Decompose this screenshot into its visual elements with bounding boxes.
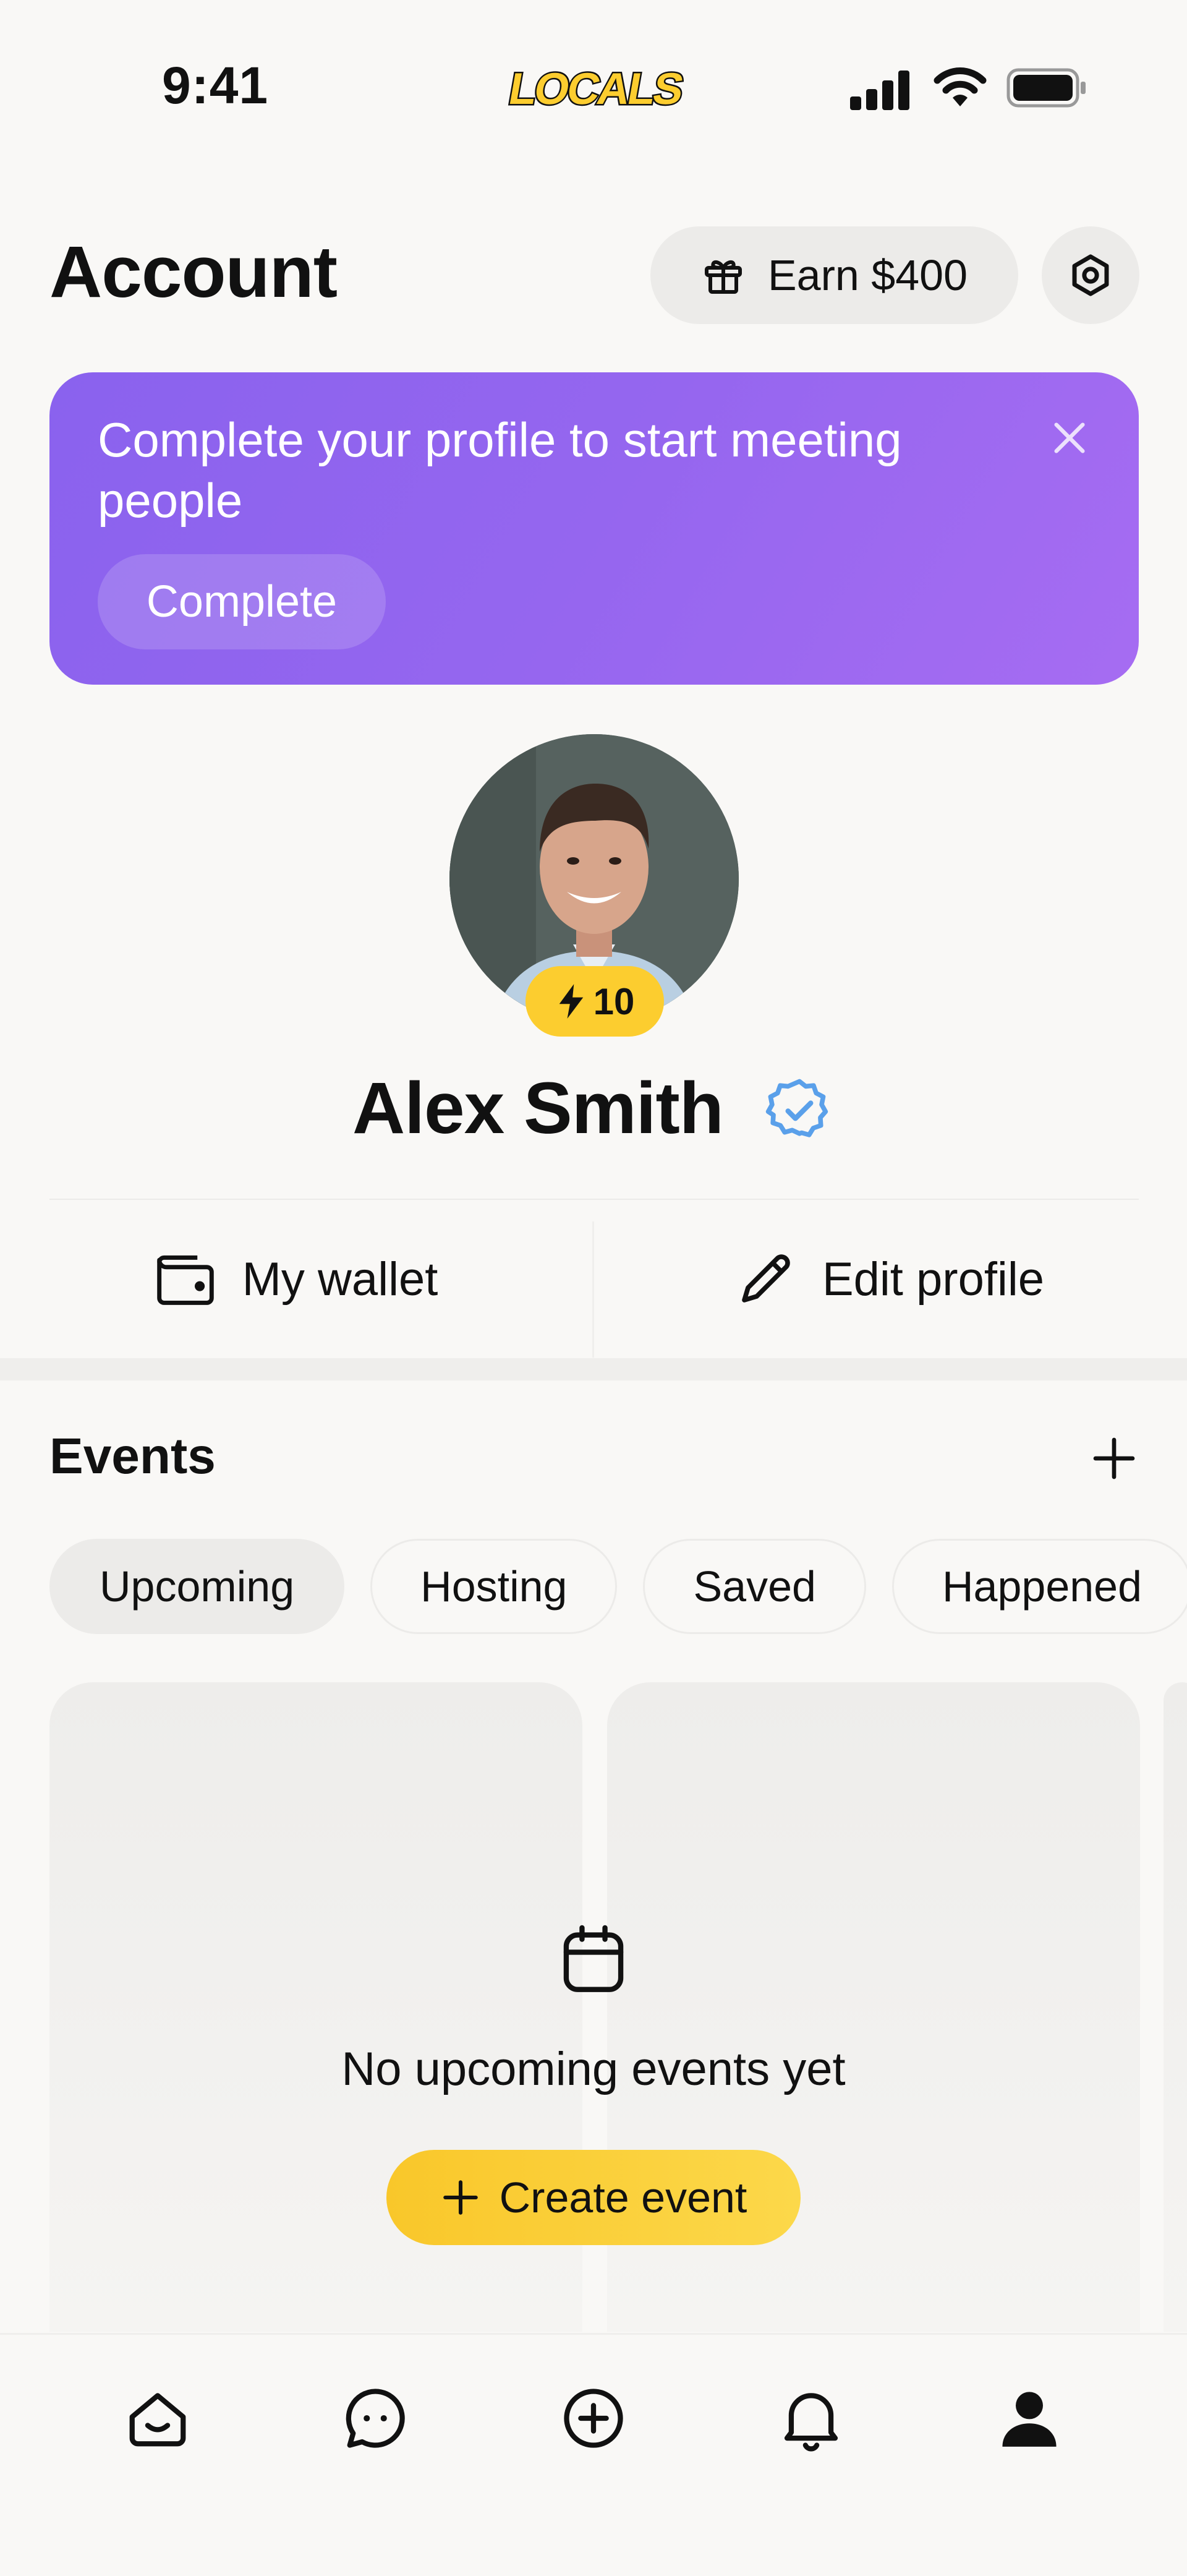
svg-text:LOCALS: LOCALS xyxy=(505,64,686,113)
battery-icon xyxy=(1006,68,1086,108)
empty-state-text: No upcoming events yet xyxy=(341,2043,846,2095)
verified-icon xyxy=(765,1079,828,1137)
profile-icon xyxy=(1002,2392,1057,2447)
settings-button[interactable] xyxy=(1042,226,1139,324)
edit-profile-label: Edit profile xyxy=(822,1252,1045,1306)
notifications-tab[interactable] xyxy=(777,2384,845,2452)
calendar-icon xyxy=(563,1925,624,1992)
tab-upcoming[interactable]: Upcoming xyxy=(49,1539,345,1634)
bottom-tab-bar xyxy=(0,2333,1187,2576)
wallet-label: My wallet xyxy=(242,1252,438,1306)
signal-icon xyxy=(850,71,909,110)
settings-icon xyxy=(1072,254,1109,296)
badge-value: 10 xyxy=(593,980,635,1022)
tab-saved[interactable]: Saved xyxy=(643,1539,866,1634)
chat-icon xyxy=(346,2389,405,2448)
close-icon[interactable] xyxy=(1050,418,1089,458)
event-placeholder-card xyxy=(1164,1682,1187,2332)
home-tab[interactable] xyxy=(124,2384,192,2452)
plus-icon[interactable] xyxy=(1089,1434,1139,1483)
status-time: 9:41 xyxy=(162,56,269,114)
section-separator xyxy=(0,1358,1187,1380)
banner-message: Complete your profile to start meeting p… xyxy=(98,413,902,528)
complete-profile-button[interactable]: Complete xyxy=(98,554,386,649)
events-title: Events xyxy=(49,1428,216,1484)
create-tab[interactable] xyxy=(559,2384,628,2452)
tab-hosting[interactable]: Hosting xyxy=(370,1539,618,1634)
lightning-icon xyxy=(559,984,583,1019)
gift-icon xyxy=(704,260,742,294)
energy-badge: 10 xyxy=(525,966,664,1037)
profile-tab[interactable] xyxy=(995,2384,1063,2452)
wifi-icon xyxy=(934,67,987,106)
home-icon xyxy=(129,2393,186,2447)
create-event-button[interactable]: Create event xyxy=(386,2150,801,2245)
complete-profile-banner: Complete your profile to start meeting p… xyxy=(49,372,1139,685)
edit-profile-button[interactable]: Edit profile xyxy=(594,1200,1187,1358)
my-wallet-button[interactable]: My wallet xyxy=(0,1200,592,1358)
locals-logo: LOCALS xyxy=(504,62,686,115)
plus-icon xyxy=(443,2180,478,2215)
pencil-icon xyxy=(742,1254,790,1303)
earn-referral-button[interactable]: Earn $400 xyxy=(650,226,1018,324)
wallet-icon xyxy=(156,1255,214,1305)
create-event-label: Create event xyxy=(499,2173,747,2222)
add-circle-icon xyxy=(564,2389,623,2448)
tab-happened[interactable]: Happened xyxy=(891,1539,1187,1634)
earn-label: Earn $400 xyxy=(767,251,968,299)
bell-icon xyxy=(784,2393,838,2452)
events-tabs: Upcoming Hosting Saved Happened xyxy=(49,1539,1187,1634)
profile-name: Alex Smith xyxy=(352,1068,724,1149)
page-title: Account xyxy=(49,231,338,313)
chat-tab[interactable] xyxy=(341,2384,409,2452)
